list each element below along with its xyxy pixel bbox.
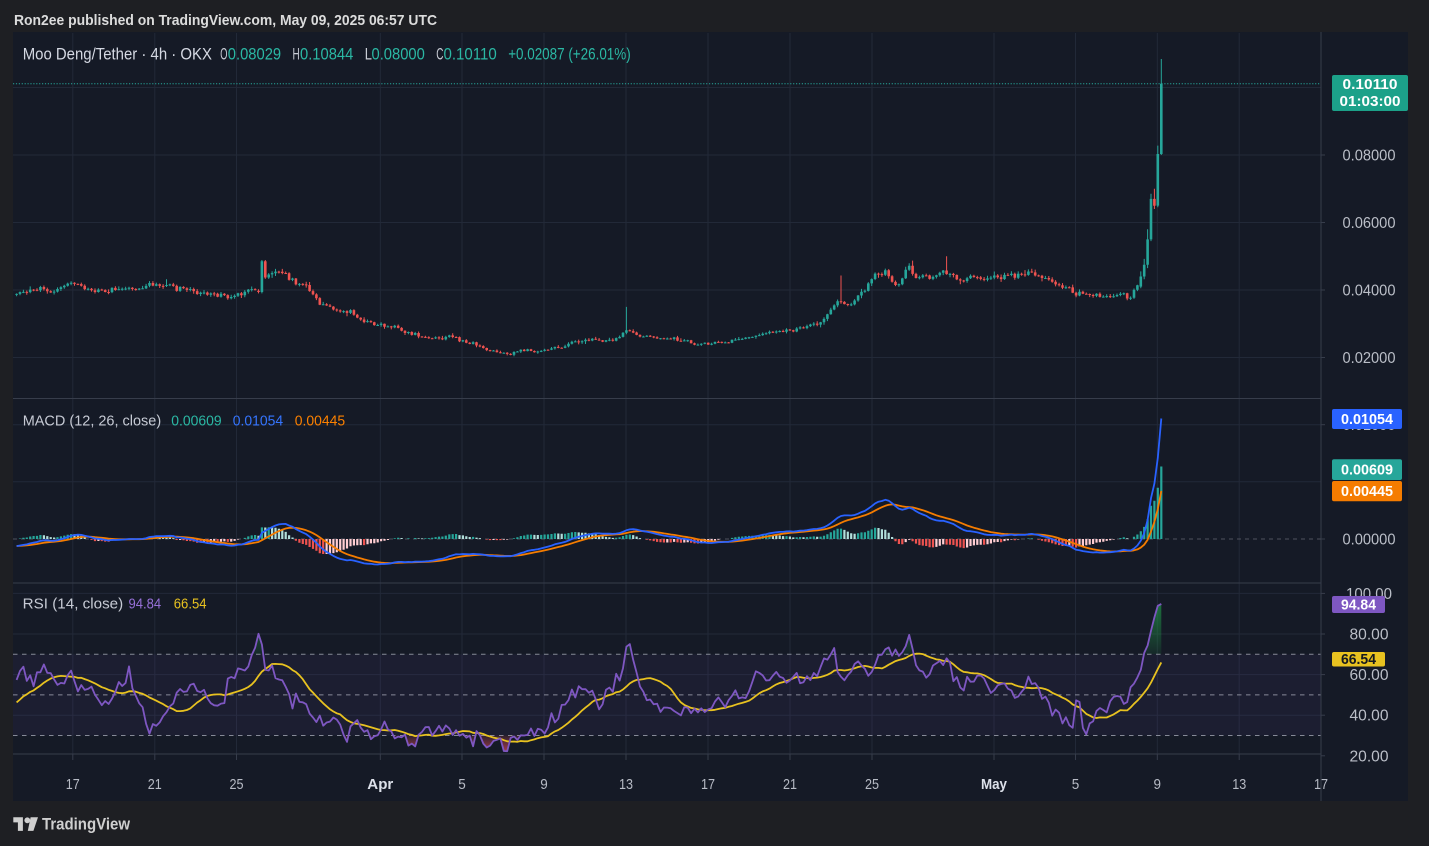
svg-text:H: H [293, 46, 300, 64]
svg-text:0.08000: 0.08000 [372, 46, 425, 64]
svg-text:13: 13 [619, 776, 633, 793]
svg-text:66.54: 66.54 [1341, 652, 1376, 668]
svg-text:RSI (14, close): RSI (14, close) [23, 597, 124, 613]
svg-text:5: 5 [458, 776, 466, 793]
svg-text:0.06000: 0.06000 [1343, 215, 1396, 232]
svg-text:0.01054: 0.01054 [233, 414, 283, 430]
svg-text:20.00: 20.00 [1350, 748, 1389, 765]
svg-text:O: O [220, 46, 227, 64]
svg-text:0.08029: 0.08029 [228, 46, 281, 64]
svg-text:C: C [436, 46, 443, 64]
svg-text:0.10110: 0.10110 [444, 46, 497, 64]
svg-text:13: 13 [1232, 776, 1246, 793]
svg-text:25: 25 [230, 776, 244, 793]
svg-text:0.10844: 0.10844 [300, 46, 353, 64]
svg-text:0.00000: 0.00000 [1343, 532, 1396, 549]
svg-text:TradingView: TradingView [42, 816, 130, 834]
svg-text:17: 17 [1314, 776, 1328, 793]
svg-text:0.00609: 0.00609 [1341, 463, 1393, 479]
svg-text:Apr: Apr [367, 776, 393, 793]
svg-text:66.54: 66.54 [174, 597, 207, 613]
svg-text:0.10110: 0.10110 [1343, 76, 1398, 93]
svg-text:0.00445: 0.00445 [1341, 484, 1393, 500]
svg-text:MACD (12, 26, close): MACD (12, 26, close) [23, 414, 162, 430]
svg-text:9: 9 [540, 776, 548, 793]
svg-text:0.02000: 0.02000 [1343, 350, 1396, 367]
svg-text:40.00: 40.00 [1350, 708, 1389, 725]
svg-text:Moo Deng/Tether · 4h · OKX: Moo Deng/Tether · 4h · OKX [23, 46, 212, 64]
svg-text:May: May [981, 776, 1008, 793]
svg-text:0.04000: 0.04000 [1343, 283, 1396, 300]
svg-text:0.01054: 0.01054 [1341, 412, 1393, 428]
svg-text:0.00445: 0.00445 [295, 414, 345, 430]
svg-text:17: 17 [701, 776, 715, 793]
svg-text:25: 25 [865, 776, 879, 793]
svg-text:60.00: 60.00 [1350, 667, 1389, 684]
svg-text:0.00609: 0.00609 [171, 414, 221, 430]
svg-text:0.08000: 0.08000 [1343, 148, 1396, 165]
svg-text:Ron2ee published on TradingVie: Ron2ee published on TradingView.com, May… [14, 12, 437, 29]
svg-text:01:03:00: 01:03:00 [1340, 93, 1401, 110]
svg-text:80.00: 80.00 [1350, 627, 1389, 644]
svg-text:9: 9 [1154, 776, 1162, 793]
svg-text:21: 21 [148, 776, 162, 793]
svg-text:17: 17 [66, 776, 80, 793]
svg-text:+0.02087 (+26.01%): +0.02087 (+26.01%) [508, 46, 631, 64]
svg-text:94.84: 94.84 [1341, 598, 1376, 614]
svg-text:94.84: 94.84 [129, 597, 162, 613]
svg-text:5: 5 [1072, 776, 1080, 793]
svg-text:21: 21 [783, 776, 797, 793]
